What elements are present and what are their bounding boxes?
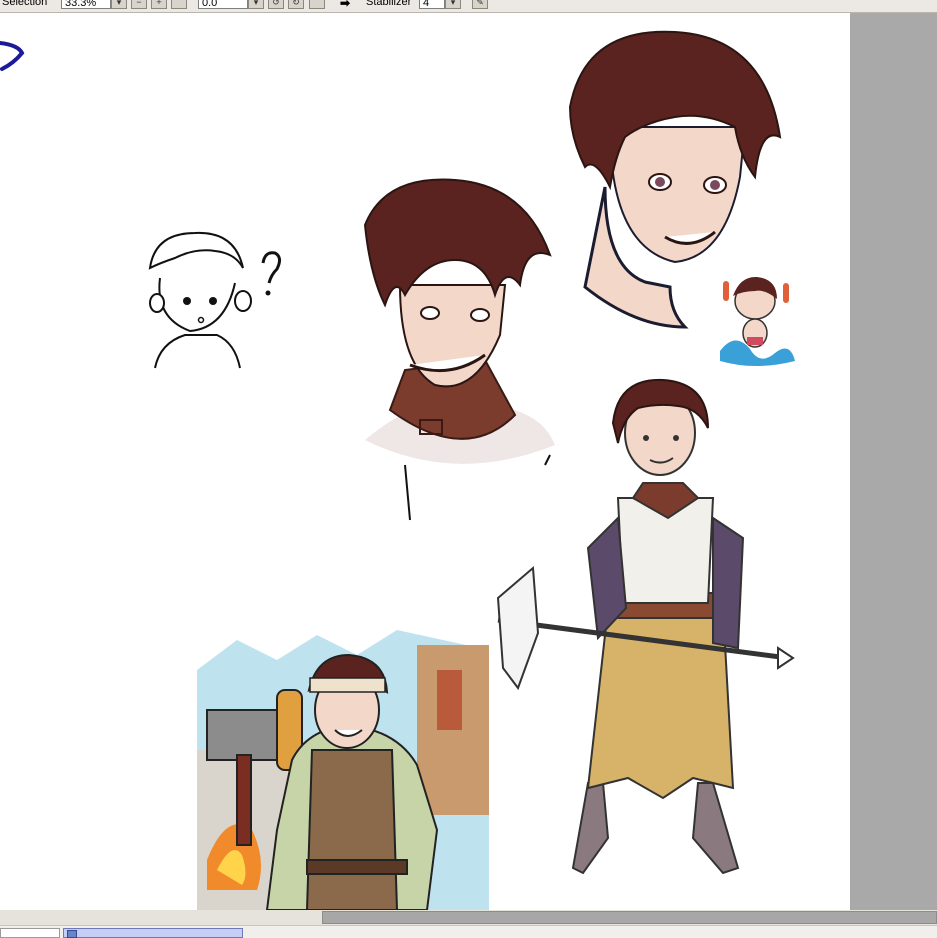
- zoom-in-button[interactable]: +: [151, 0, 167, 9]
- status-bar: [0, 925, 937, 938]
- selection-label: Selection: [2, 0, 48, 8]
- blue-brush-stroke: [0, 41, 25, 71]
- toolbar: Selection 33.3% ▾ − + 0.0 ▾ ↺ ↻ ➡ Stabil…: [0, 0, 937, 13]
- arrow-right-icon: ➡: [340, 0, 351, 10]
- stabilizer-field[interactable]: 4: [419, 0, 445, 9]
- stabilizer-label: Stabilizer: [366, 0, 412, 8]
- rotate-right-icon: ↻: [292, 0, 300, 7]
- zoom-dropdown[interactable]: ▾: [111, 0, 127, 9]
- zoom-in-icon: +: [156, 0, 162, 7]
- horizontal-scrollbar[interactable]: [0, 910, 937, 925]
- chevron-down-icon: ▾: [450, 0, 456, 7]
- stabilizer-dropdown[interactable]: ▾: [445, 0, 461, 9]
- rotate-left-button[interactable]: ↺: [268, 0, 284, 9]
- rotate-right-button[interactable]: ↻: [288, 0, 304, 9]
- drawing-canvas[interactable]: [0, 13, 850, 910]
- brush-tool-button[interactable]: ✎: [472, 0, 488, 9]
- zoom-out-icon: −: [136, 0, 142, 7]
- chibi-splash-drawing: [720, 276, 795, 366]
- canvas-pasteboard: [850, 13, 937, 910]
- zoom-field[interactable]: 33.3%: [61, 0, 111, 9]
- chevron-down-icon: ▾: [253, 0, 259, 7]
- angle-dropdown[interactable]: ▾: [248, 0, 264, 9]
- rotate-left-icon: ↺: [272, 0, 280, 7]
- zoom-out-button[interactable]: −: [131, 0, 147, 9]
- blacksmith-illustration: [197, 630, 489, 910]
- chevron-down-icon: ▾: [116, 0, 122, 7]
- sketch-boy-question: [148, 231, 282, 369]
- brush-icon: ✎: [476, 0, 484, 7]
- scrollbar-thumb[interactable]: [322, 911, 937, 924]
- zoom-reset-button[interactable]: [171, 0, 187, 9]
- character-full-body-drawing: [496, 378, 795, 875]
- angle-field[interactable]: 0.0: [198, 0, 248, 9]
- rotate-reset-button[interactable]: [309, 0, 325, 9]
